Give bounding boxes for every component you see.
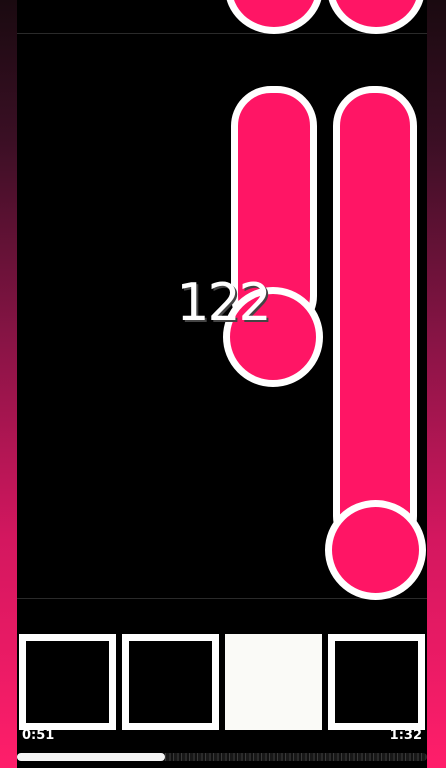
right-gradient-frame [427,0,446,768]
lane-key-1[interactable] [19,634,116,730]
total-time: 1:32 [389,728,422,743]
left-gradient-frame [0,0,17,768]
current-time: 0:51 [22,728,55,743]
lane-key-3-pressed[interactable] [225,634,322,730]
lane-key-2[interactable] [122,634,219,730]
note-head-lane3-top[interactable] [225,0,323,34]
progress-fill [17,753,165,761]
note-head-lane4-top[interactable] [327,0,425,34]
lane-key-4[interactable] [328,634,425,730]
lane-keys [19,634,427,730]
progress-bar[interactable] [17,753,427,761]
score-counter: 122 [176,273,271,333]
hold-note-head-lane4[interactable] [325,500,426,600]
row-divider [17,33,427,34]
